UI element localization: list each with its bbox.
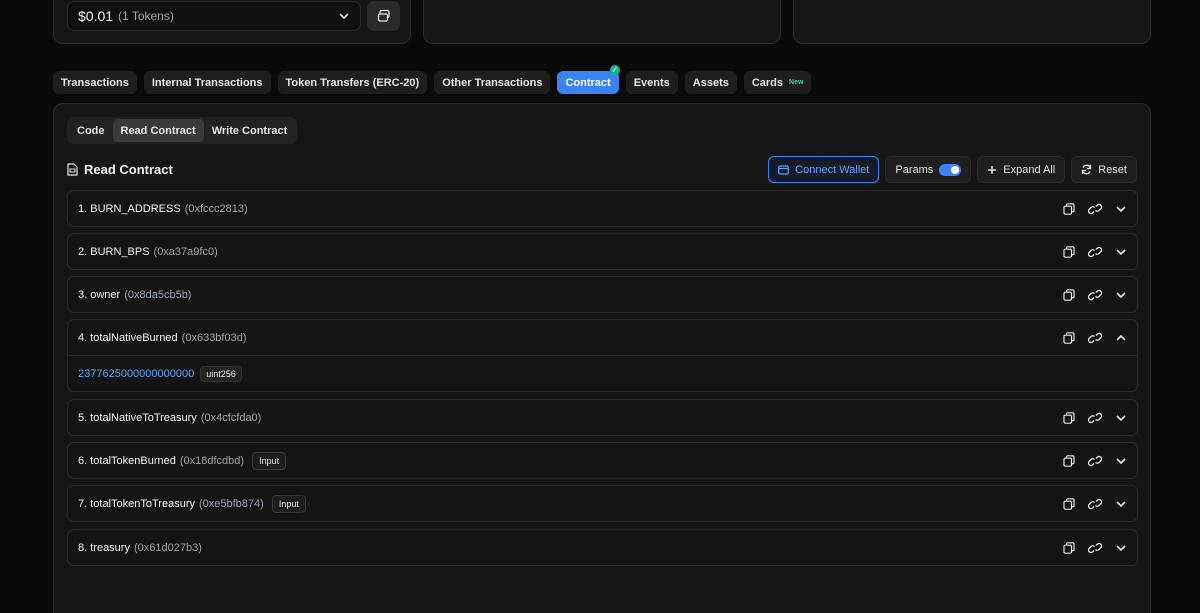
copy-icon[interactable] [1063, 454, 1075, 467]
tab-internal-transactions[interactable]: Internal Transactions [143, 71, 271, 94]
copy-icon[interactable] [1063, 331, 1075, 344]
link-icon[interactable] [1088, 289, 1102, 301]
chevron-down-icon[interactable] [1115, 412, 1127, 424]
copy-icon[interactable] [1063, 541, 1075, 554]
token-select[interactable]: $0.01 (1 Tokens) [67, 1, 361, 31]
function-row[interactable]: 2. BURN_BPS (0xa37a9fc0) [67, 233, 1138, 270]
read-toolbar: Connect Wallet Params Expand All Reset [768, 156, 1137, 183]
copy-icon[interactable] [1063, 411, 1075, 424]
function-row[interactable]: 8. treasury (0x61d027b3) [67, 529, 1138, 566]
copy-icon[interactable] [1063, 497, 1075, 510]
function-selector: (0x633bf03d) [181, 331, 247, 344]
subtab-read-contract[interactable]: Read Contract [112, 119, 204, 142]
function-name: 7. totalTokenToTreasury [78, 497, 195, 510]
plus-icon [987, 165, 997, 175]
link-icon[interactable] [1088, 246, 1102, 258]
function-row[interactable]: 1. BURN_ADDRESS (0xfccc2813) [67, 190, 1138, 227]
wallet-icon [778, 164, 790, 175]
chevron-down-icon[interactable] [1115, 498, 1127, 510]
expand-all-button[interactable]: Expand All [977, 156, 1066, 183]
document-icon [67, 163, 78, 176]
reset-button[interactable]: Reset [1071, 156, 1137, 183]
input-badge: Input [252, 451, 287, 470]
function-row[interactable]: 7. totalTokenToTreasury (0xe5bfb874) Inp… [67, 485, 1138, 522]
result-type-badge: uint256 [200, 365, 242, 382]
function-result: 2377625000000000000 uint256 [68, 355, 1137, 391]
function-selector: (0x61d027b3) [133, 541, 202, 554]
function-name: 5. totalNativeToTreasury [78, 411, 197, 424]
chevron-down-icon [338, 10, 350, 22]
address-tabs: Transactions Internal Transactions Token… [53, 65, 812, 94]
function-name: 1. BURN_ADDRESS [78, 202, 181, 215]
function-selector: (0x8da5cb5b) [124, 288, 192, 301]
input-badge: Input [271, 494, 306, 513]
token-count: (1 Tokens) [118, 9, 174, 23]
function-name: 8. treasury [78, 541, 130, 554]
function-selector: (0x18dfcdbd) [179, 454, 245, 467]
tab-token-transfers[interactable]: Token Transfers (ERC-20) [277, 71, 428, 94]
function-selector: (0xe5bfb874) [198, 497, 264, 510]
function-name: 2. BURN_BPS [78, 245, 150, 258]
chevron-down-icon[interactable] [1115, 203, 1127, 215]
copy-icon[interactable] [1063, 245, 1075, 258]
tab-events[interactable]: Events [625, 71, 678, 94]
tab-other-transactions[interactable]: Other Transactions [434, 71, 551, 94]
function-selector: (0x4cfcfda0) [200, 411, 262, 424]
contract-panel: Code Read Contract Write Contract Read C… [53, 103, 1151, 613]
info-card [793, 0, 1151, 44]
balance-card: $0.01 (1 Tokens) [53, 0, 411, 44]
copy-icon[interactable] [1063, 202, 1075, 215]
chevron-up-icon[interactable] [1115, 332, 1127, 344]
chevron-down-icon[interactable] [1115, 289, 1127, 301]
connect-wallet-button[interactable]: Connect Wallet [768, 156, 880, 183]
function-selector: (0xa37a9fc0) [153, 245, 218, 258]
tab-assets[interactable]: Assets [684, 71, 737, 94]
section-title: Read Contract [67, 162, 173, 177]
portfolio-button[interactable] [367, 1, 400, 31]
function-row-expanded[interactable]: 4. totalNativeBurned (0x633bf03d) 237762… [67, 319, 1138, 392]
tab-cards[interactable]: Cards New [743, 71, 812, 94]
function-row[interactable]: 6. totalTokenBurned (0x18dfcdbd) Input [67, 442, 1138, 479]
link-icon[interactable] [1088, 412, 1102, 424]
function-name: 4. totalNativeBurned [78, 331, 178, 344]
chevron-down-icon[interactable] [1115, 542, 1127, 554]
result-value[interactable]: 2377625000000000000 [78, 368, 194, 380]
chevron-down-icon[interactable] [1115, 455, 1127, 467]
stack-icon [377, 9, 391, 23]
info-card [423, 0, 781, 44]
function-row[interactable]: 5. totalNativeToTreasury (0x4cfcfda0) [67, 399, 1138, 436]
params-toggle[interactable]: Params [885, 156, 972, 183]
function-row[interactable]: 3. owner (0x8da5cb5b) [67, 276, 1138, 313]
subtab-write-contract[interactable]: Write Contract [204, 119, 296, 142]
function-selector: (0xfccc2813) [184, 202, 248, 215]
verified-check-icon: ✓ [609, 65, 620, 75]
link-icon[interactable] [1088, 455, 1102, 467]
function-name: 6. totalTokenBurned [78, 454, 176, 467]
new-badge: New [789, 79, 804, 86]
tab-contract[interactable]: Contract ✓ [557, 65, 620, 94]
token-value: $0.01 [78, 8, 114, 24]
function-name: 3. owner [78, 288, 121, 301]
tab-transactions[interactable]: Transactions [53, 71, 137, 94]
chevron-down-icon[interactable] [1115, 246, 1127, 258]
subtab-code[interactable]: Code [69, 119, 113, 142]
contract-subtabs: Code Read Contract Write Contract [67, 117, 298, 144]
link-icon[interactable] [1088, 498, 1102, 510]
refresh-icon [1081, 164, 1092, 175]
link-icon[interactable] [1088, 542, 1102, 554]
copy-icon[interactable] [1063, 288, 1075, 301]
toggle-switch[interactable] [939, 163, 962, 176]
link-icon[interactable] [1088, 203, 1102, 215]
link-icon[interactable] [1088, 332, 1102, 344]
